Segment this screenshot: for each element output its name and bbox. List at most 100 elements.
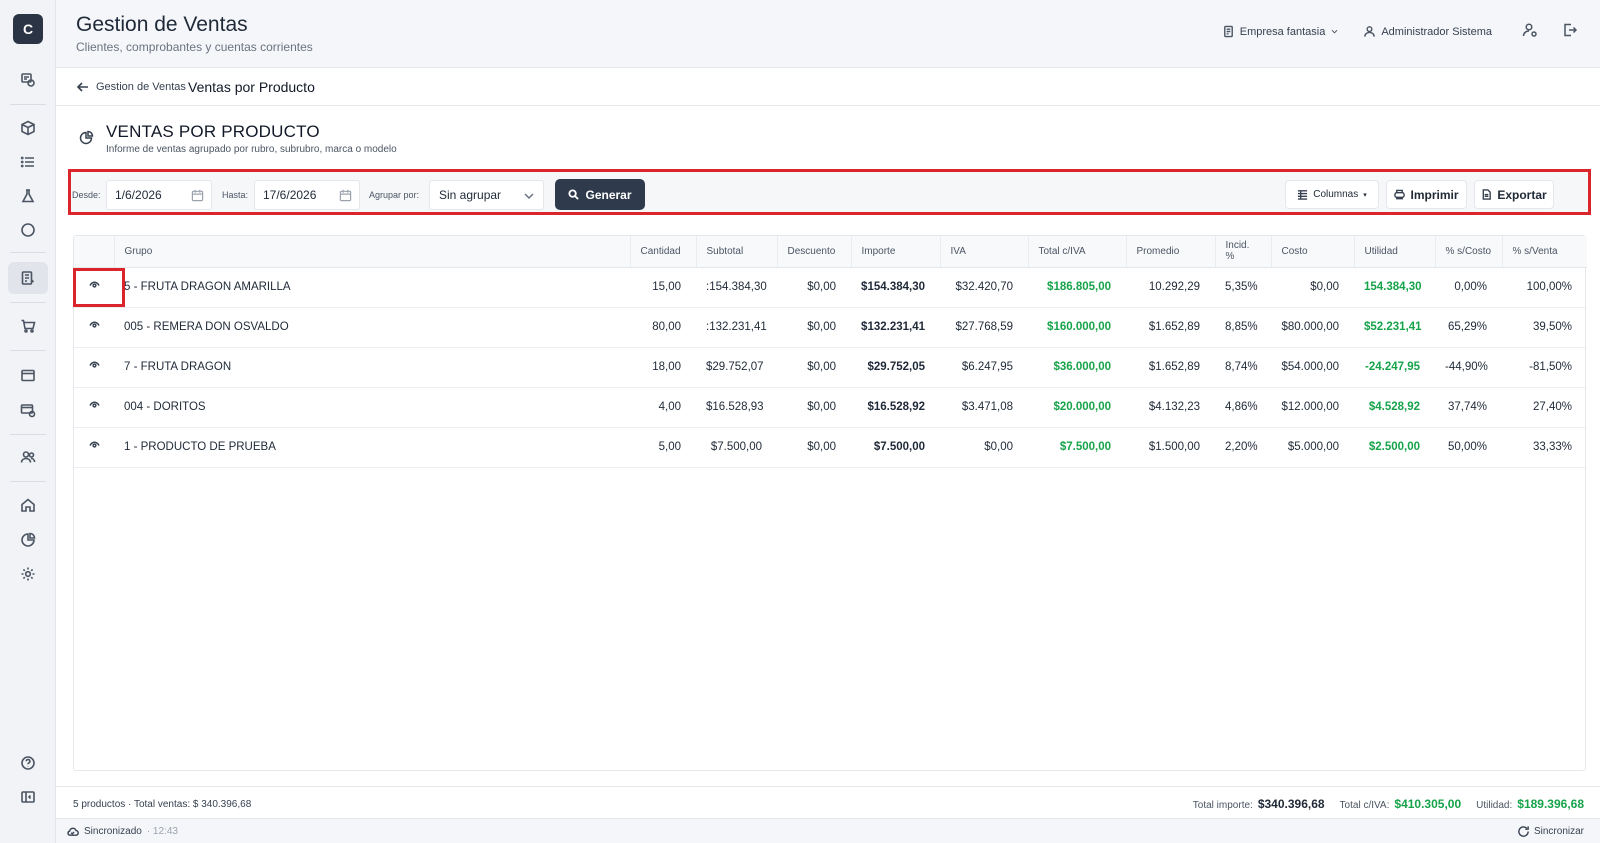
- cart-icon[interactable]: [14, 312, 42, 340]
- cell-grupo: 004 - DORITOS: [114, 387, 630, 428]
- view-detail-button[interactable]: [74, 347, 114, 388]
- page-heading: VENTAS POR PRODUCTO Informe de ventas ag…: [56, 106, 1600, 168]
- home-icon[interactable]: [14, 491, 42, 519]
- help-icon[interactable]: [14, 749, 42, 777]
- cell-pct-costo: 50,00%: [1435, 427, 1502, 468]
- refresh-icon: [1518, 826, 1529, 837]
- view-detail-button[interactable]: [74, 427, 114, 468]
- cell-total-iva: $20.000,00: [1028, 387, 1126, 428]
- cell-importe: $16.528,92: [851, 387, 940, 428]
- users-icon[interactable]: [14, 443, 42, 471]
- col-header-pct-venta[interactable]: % s/Venta: [1501, 236, 1587, 268]
- user-settings-button[interactable]: [1522, 22, 1538, 41]
- cell-subtotal: $29.752,07: [696, 347, 777, 388]
- col-header-actions: [74, 236, 114, 268]
- sync-button[interactable]: Sincronizar: [1517, 825, 1584, 838]
- cell-promedio: $4.132,23: [1126, 387, 1215, 428]
- table-row: 1 - PRODUCTO DE PRUEBA 5,00 $7.500,00 $0…: [74, 427, 1587, 468]
- status-bar: Sincronizado · 12:43 Sincronizar: [56, 818, 1600, 843]
- caret-down-icon: ▾: [1363, 191, 1367, 199]
- file-export-icon: [1482, 189, 1492, 200]
- cell-incidencia: 8,74%: [1215, 347, 1271, 388]
- hasta-value: 17/6/2026: [263, 188, 317, 202]
- table-row: 004 - DORITOS 4,00 $16.528,93 $0,00 $16.…: [74, 387, 1587, 428]
- printer-icon: [1394, 189, 1406, 200]
- view-detail-button[interactable]: [74, 387, 114, 428]
- app-logo[interactable]: C: [13, 14, 43, 44]
- flask-icon[interactable]: [14, 182, 42, 210]
- cell-cantidad: 15,00: [630, 267, 696, 308]
- cell-subtotal: $7.500,00: [696, 427, 777, 468]
- card-settings-icon[interactable]: [14, 396, 42, 424]
- view-detail-button[interactable]: [74, 307, 114, 348]
- cell-descuento: $0,00: [777, 267, 851, 308]
- wallet-icon[interactable]: [14, 361, 42, 389]
- cell-pct-venta: -81,50%: [1502, 347, 1587, 388]
- columns-button[interactable]: Columnas ▾: [1285, 180, 1379, 209]
- col-header-utilidad[interactable]: Utilidad: [1353, 236, 1435, 268]
- user-icon: [1364, 26, 1376, 37]
- gear-icon[interactable]: [14, 560, 42, 588]
- cell-cantidad: 5,00: [630, 427, 696, 468]
- hasta-date-input[interactable]: 17/6/2026: [254, 180, 360, 210]
- col-header-cantidad[interactable]: Cantidad: [629, 236, 696, 268]
- collapse-sidebar-icon[interactable]: [14, 783, 42, 811]
- company-selector[interactable]: Empresa fantasia: [1222, 25, 1340, 38]
- logout-button[interactable]: [1562, 22, 1578, 41]
- cell-subtotal: :132.231,41: [696, 307, 777, 348]
- calendar-icon: [191, 189, 204, 202]
- list-icon[interactable]: [14, 148, 42, 176]
- col-header-total-iva[interactable]: Total c/IVA: [1027, 236, 1126, 268]
- box-icon[interactable]: [14, 114, 42, 142]
- col-header-grupo[interactable]: Grupo: [113, 236, 630, 268]
- cell-grupo: 7 - FRUTA DRAGON: [114, 347, 630, 388]
- cell-incidencia: 4,86%: [1215, 387, 1271, 428]
- cell-iva: $32.420,70: [940, 267, 1028, 308]
- print-label: Imprimir: [1410, 187, 1459, 202]
- totals-footer: 5 productos · Total ventas: $ 340.396,68…: [56, 786, 1600, 818]
- user-menu[interactable]: Administrador Sistema: [1363, 25, 1492, 38]
- cell-cantidad: 80,00: [630, 307, 696, 348]
- back-label: Gestion de Ventas: [96, 81, 186, 93]
- cell-pct-costo: 37,74%: [1435, 387, 1502, 428]
- total-iva-value: $410.305,00: [1394, 797, 1462, 811]
- company-name: Empresa fantasia: [1239, 25, 1326, 38]
- sales-report-icon[interactable]: [8, 262, 48, 294]
- sync-time: · 12:43: [146, 826, 178, 837]
- col-header-promedio[interactable]: Promedio: [1125, 236, 1215, 268]
- circle-icon[interactable]: [14, 216, 42, 244]
- generate-label: Generar: [585, 187, 632, 202]
- desde-date-input[interactable]: 1/6/2026: [106, 180, 212, 210]
- col-header-incidencia[interactable]: Incid. %: [1214, 236, 1271, 268]
- cell-pct-venta: 39,50%: [1502, 307, 1587, 348]
- hasta-label: Hasta:: [222, 190, 249, 200]
- eye-icon: [88, 281, 100, 288]
- col-header-costo[interactable]: Costo: [1270, 236, 1354, 268]
- cell-importe: $7.500,00: [851, 427, 940, 468]
- agrupar-select[interactable]: Sin agrupar: [429, 180, 544, 210]
- cell-costo: $12.000,00: [1271, 387, 1354, 428]
- view-detail-button[interactable]: [74, 267, 114, 308]
- cell-cantidad: 18,00: [630, 347, 696, 388]
- cell-importe: $29.752,05: [851, 347, 940, 388]
- calendar-icon: [339, 189, 352, 202]
- table-row: 7 - FRUTA DRAGON 18,00 $29.752,07 $0,00 …: [74, 347, 1587, 388]
- export-button[interactable]: Exportar: [1474, 180, 1554, 209]
- back-link[interactable]: Gestion de Ventas: [76, 80, 186, 94]
- cell-total-iva: $36.000,00: [1028, 347, 1126, 388]
- logout-icon: [1564, 23, 1578, 37]
- cell-promedio: $1.652,89: [1126, 307, 1215, 348]
- breadcrumb: Gestion de Ventas Ventas por Producto: [56, 68, 1600, 106]
- print-button[interactable]: Imprimir: [1386, 180, 1467, 209]
- sales-register-icon[interactable]: [14, 66, 42, 94]
- columns-icon: [1298, 190, 1308, 200]
- col-header-descuento[interactable]: Descuento: [776, 236, 851, 268]
- col-header-importe[interactable]: Importe: [850, 236, 940, 268]
- reports-chart-icon[interactable]: [14, 526, 42, 554]
- col-header-pct-costo[interactable]: % s/Costo: [1434, 236, 1502, 268]
- agrupar-label: Agrupar por:: [369, 190, 420, 200]
- col-header-subtotal[interactable]: Subtotal: [695, 236, 777, 268]
- app-header: Gestion de Ventas Clientes, comprobantes…: [56, 0, 1600, 68]
- generate-button[interactable]: Generar: [555, 179, 645, 210]
- col-header-iva[interactable]: IVA: [939, 236, 1028, 268]
